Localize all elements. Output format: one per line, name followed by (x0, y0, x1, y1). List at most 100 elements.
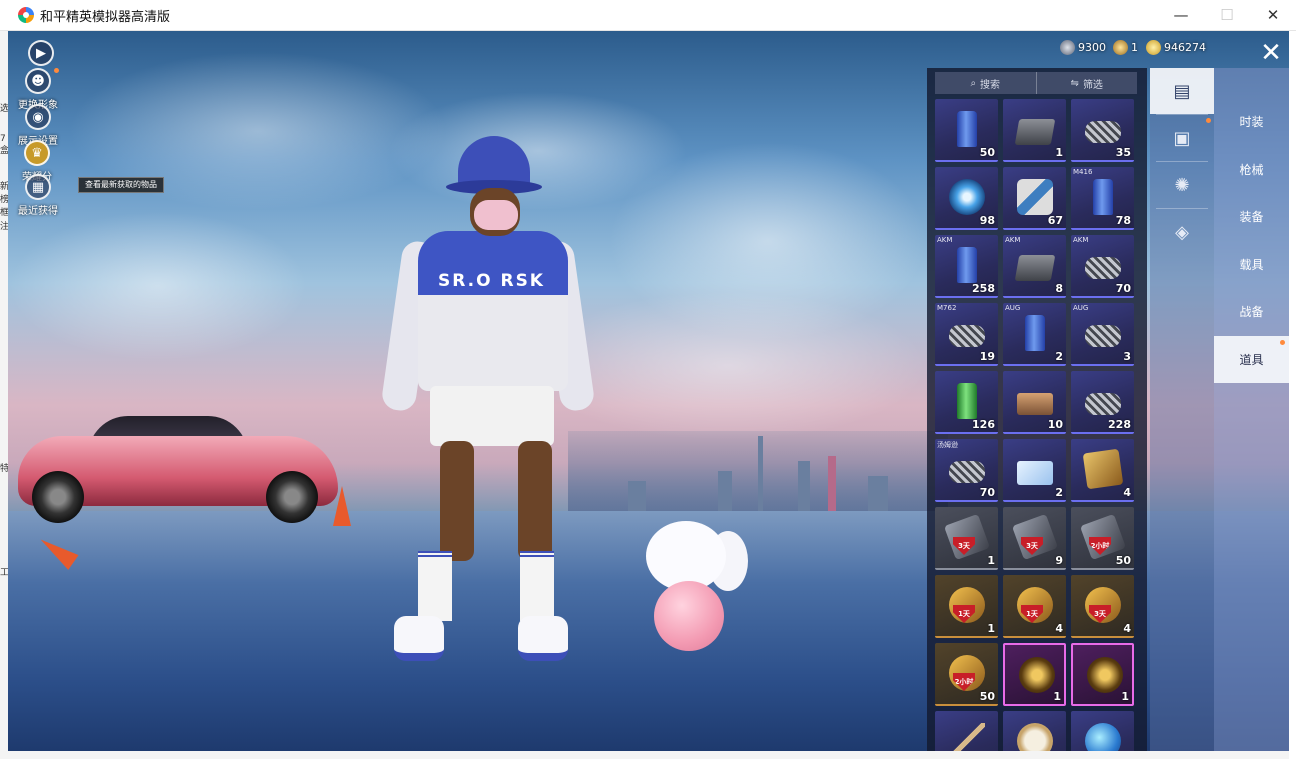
tab-item[interactable]: 时装 (1214, 98, 1289, 145)
category-item[interactable]: ▣ (1150, 115, 1214, 161)
play-icon: ▶ (28, 40, 54, 66)
sports-car (18, 406, 338, 523)
inventory-item[interactable] (1071, 711, 1134, 751)
inventory-item[interactable]: 2小时 50 (1071, 507, 1134, 570)
minimize-button[interactable]: — (1158, 0, 1204, 31)
can-icon (1093, 179, 1113, 215)
item-quantity: 67 (1047, 214, 1063, 227)
item-quantity: 1 (1055, 146, 1063, 159)
currency-gold-token: 1 (1113, 40, 1138, 55)
inventory-item[interactable]: 1 (1003, 99, 1066, 162)
recent-items-button[interactable]: ▦ 最近获得 (18, 174, 58, 217)
item-quantity: 2 (1055, 350, 1063, 363)
game-viewport: SR.O RSK ▶ ☻ 更换形象 ◉ 展示设置 ♛ 荣耀分 ▦ 最近获得 (8, 31, 1289, 751)
tab-item[interactable]: 装备 (1214, 193, 1289, 240)
inventory-item[interactable]: M762 19 (935, 303, 998, 366)
filter-button[interactable]: ⇋ 筛选 (1037, 72, 1138, 94)
coin-icon (1146, 40, 1161, 55)
filter-label: 筛选 (1082, 79, 1103, 91)
inventory-item[interactable]: 3天 1 (935, 507, 998, 570)
can-icon (957, 247, 977, 283)
item-tag: 汤姆逊 (937, 441, 958, 449)
inventory-item[interactable] (935, 711, 998, 751)
spring-icon (949, 325, 985, 347)
orb-icon (1085, 723, 1121, 751)
player-character: SR.O RSK (378, 136, 596, 696)
item-quantity: 4 (1055, 622, 1063, 635)
tab-item[interactable]: 枪械 (1214, 146, 1289, 193)
item-quantity: 35 (1115, 146, 1131, 159)
car-wheel (266, 471, 318, 523)
tab-label: 载具 (1239, 257, 1264, 272)
item-tag: AKM (1073, 236, 1089, 244)
maximize-button[interactable]: ☐ (1204, 0, 1250, 31)
inventory-item[interactable]: 1 (1071, 643, 1134, 706)
plush-heart (654, 581, 724, 651)
avatar-icon: ☻ (25, 68, 51, 94)
bg-strip-char: 盒 (0, 146, 8, 156)
inventory-item[interactable]: 2 (1003, 439, 1066, 502)
window-title: 和平精英模拟器高清版 (40, 9, 171, 25)
category-item[interactable]: ◈ (1150, 209, 1214, 255)
inventory-item[interactable]: AUG 3 (1071, 303, 1134, 366)
item-quantity: 70 (1115, 282, 1131, 295)
inventory-item[interactable]: 10 (1003, 371, 1066, 434)
tab-item[interactable]: 道具 (1214, 335, 1289, 383)
jacket-print: SR.O RSK (438, 271, 545, 291)
inventory-item[interactable]: 126 (935, 371, 998, 434)
inventory-item[interactable] (1003, 711, 1066, 751)
character-leg (440, 441, 474, 561)
car-wheel (32, 471, 84, 523)
inventory-item[interactable]: 4 (1071, 439, 1134, 502)
spring-icon (1085, 121, 1121, 143)
inventory-item[interactable]: 1天 1 (935, 575, 998, 638)
item-quantity: 9 (1055, 554, 1063, 567)
spring-icon (1085, 325, 1121, 347)
tab-item[interactable]: 载具 (1214, 241, 1289, 288)
category-firework-icon: ✺ (1174, 174, 1190, 196)
inventory-item[interactable]: M416 78 (1071, 167, 1134, 230)
close-inventory-button[interactable]: ✕ (1256, 38, 1286, 68)
inventory-item[interactable]: 228 (1071, 371, 1134, 434)
inventory-item[interactable]: AKM 258 (935, 235, 998, 298)
search-input[interactable]: ⌕ 搜索 (935, 72, 1037, 94)
item-quantity: 10 (1047, 418, 1063, 431)
inventory-item[interactable]: 98 (935, 167, 998, 230)
bg-strip-char: 新 (0, 182, 8, 192)
inventory-item[interactable]: AUG 2 (1003, 303, 1066, 366)
close-window-button[interactable]: ✕ (1250, 0, 1296, 31)
notification-dot (54, 68, 59, 73)
tab-item[interactable]: 战备 (1214, 288, 1289, 335)
notification-dot (1206, 118, 1211, 123)
item-quantity: 70 (979, 486, 995, 499)
box-icon (1014, 255, 1056, 281)
inventory-item[interactable]: 3天 9 (1003, 507, 1066, 570)
bg-strip-char: 工 (0, 568, 8, 578)
category-item[interactable]: ▤ (1150, 68, 1214, 114)
item-quantity: 50 (979, 690, 995, 703)
inventory-item[interactable]: 2小时 50 (935, 643, 998, 706)
character-shoe (518, 616, 568, 661)
token-amount: 1 (1131, 41, 1138, 54)
inventory-item[interactable]: 67 (1003, 167, 1066, 230)
city-skyline (568, 431, 948, 511)
inventory-item[interactable]: 3天 4 (1071, 575, 1134, 638)
inventory-item[interactable]: 50 (935, 99, 998, 162)
inventory-item[interactable]: 1 (1003, 643, 1066, 706)
side-play-button[interactable]: ▶ (28, 40, 54, 66)
inventory-item[interactable]: AKM 70 (1071, 235, 1134, 298)
can-icon (1025, 315, 1045, 351)
lion-icon (1019, 657, 1055, 693)
item-quantity: 1 (987, 622, 995, 635)
item-quantity: 4 (1123, 622, 1131, 635)
inventory-item[interactable]: AKM 8 (1003, 235, 1066, 298)
inventory-item[interactable]: 35 (1071, 99, 1134, 162)
bg-strip-char: 榜 (0, 195, 8, 205)
category-column: ▤ ▣ ✺ ◈ (1150, 68, 1214, 751)
spring-icon (1085, 393, 1121, 415)
category-item[interactable]: ✺ (1150, 162, 1214, 208)
bullet-icon (1060, 40, 1075, 55)
inventory-item[interactable]: 1天 4 (1003, 575, 1066, 638)
item-quantity: 228 (1108, 418, 1131, 431)
inventory-item[interactable]: 汤姆逊 70 (935, 439, 998, 502)
